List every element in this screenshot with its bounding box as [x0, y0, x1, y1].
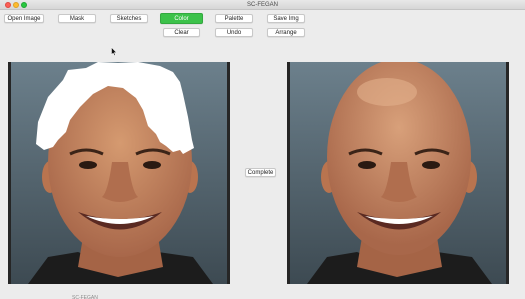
clear-button[interactable]: Clear: [163, 28, 200, 37]
window-title: SC-FEGAN: [246, 2, 278, 8]
input-portrait-image: [8, 62, 230, 284]
app-window: SC-FEGAN Open Image Mask Sketches Color …: [0, 0, 525, 299]
palette-button[interactable]: Palette: [215, 14, 253, 23]
color-button[interactable]: Color: [160, 13, 203, 24]
sketches-button[interactable]: Sketches: [110, 14, 148, 23]
save-img-button[interactable]: Save Img: [267, 14, 305, 23]
complete-button[interactable]: Complete: [245, 168, 276, 177]
input-image-canvas[interactable]: [8, 62, 230, 284]
output-image-canvas: [287, 62, 509, 284]
mask-button[interactable]: Mask: [58, 14, 96, 23]
output-portrait-image: [287, 62, 509, 284]
cut-off-label: SC-FEGAN: [72, 295, 98, 299]
title-bar: SC-FEGAN: [0, 0, 525, 10]
open-image-button[interactable]: Open Image: [4, 14, 44, 23]
arrow-cursor-icon: [111, 47, 117, 56]
arrange-button[interactable]: Arrange: [267, 28, 305, 37]
undo-button[interactable]: Undo: [215, 28, 253, 37]
